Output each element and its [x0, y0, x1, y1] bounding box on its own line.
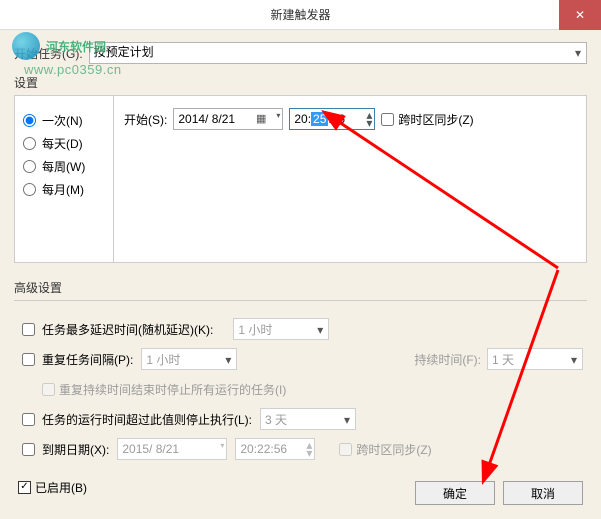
- cancel-label: 取消: [531, 485, 555, 502]
- tz-sync2-checkbox: 跨时区同步(Z): [339, 441, 431, 458]
- delay-checkbox-input[interactable]: [22, 323, 35, 336]
- start-date-field[interactable]: 2014/ 8/21 ▦ ▾: [173, 108, 283, 130]
- delay-value: 1 小时: [238, 321, 272, 338]
- radio-weekly-label: 每周(W): [42, 158, 85, 175]
- start-task-value: 按预定计划: [94, 45, 154, 59]
- dialog-content: 开始任务(G): 按预定计划 设置 一次(N) 每天(D) 每周(W) 每月(M…: [0, 30, 601, 519]
- radio-monthly[interactable]: 每月(M): [23, 181, 105, 198]
- expire-label: 到期日期(X):: [42, 441, 109, 458]
- button-bar: 确定 取消: [415, 481, 583, 505]
- repeat-checkbox[interactable]: 重复任务间隔(P):: [18, 350, 133, 369]
- duration-value: 1 天: [492, 351, 514, 368]
- radio-weekly[interactable]: 每周(W): [23, 158, 105, 175]
- radio-weekly-input[interactable]: [23, 160, 36, 173]
- close-icon: ✕: [575, 8, 585, 22]
- radio-once-input[interactable]: [23, 114, 36, 127]
- enabled-checkbox-input[interactable]: ✓: [18, 481, 31, 494]
- start-panel: 开始(S): 2014/ 8/21 ▦ ▾ 20:25:56 ▴▾ 跨时区同步(…: [114, 95, 587, 263]
- tz-sync2-label: 跨时区同步(Z): [356, 441, 431, 458]
- repeat-stop-input: [42, 383, 55, 396]
- repeat-select[interactable]: 1 小时: [141, 348, 237, 370]
- advanced-label: 高级设置: [14, 279, 587, 296]
- expire-checkbox-input[interactable]: [22, 443, 35, 456]
- start-task-select[interactable]: 按预定计划: [89, 42, 587, 64]
- timelimit-checkbox[interactable]: 任务的运行时间超过此值则停止执行(L):: [18, 410, 252, 429]
- start-label: 开始(S):: [124, 111, 167, 128]
- expire-time-value: 20:22:56: [240, 442, 287, 456]
- radio-monthly-label: 每月(M): [42, 181, 84, 198]
- advanced-panel: 任务最多延迟时间(随机延迟)(K): 1 小时 重复任务间隔(P): 1 小时 …: [14, 300, 587, 509]
- time-hour: 20: [294, 112, 307, 126]
- repeat-value: 1 小时: [146, 351, 180, 368]
- tz-sync-label: 跨时区同步(Z): [398, 111, 473, 128]
- start-task-label: 开始任务(G):: [14, 45, 83, 62]
- radio-daily-input[interactable]: [23, 137, 36, 150]
- expire-checkbox[interactable]: 到期日期(X):: [18, 440, 109, 459]
- close-button[interactable]: ✕: [559, 0, 601, 30]
- timelimit-label: 任务的运行时间超过此值则停止执行(L):: [42, 411, 252, 428]
- expire-date-spin-icon: ▾: [220, 442, 224, 449]
- tz-sync-checkbox[interactable]: 跨时区同步(Z): [381, 111, 473, 128]
- duration-select[interactable]: 1 天: [487, 348, 583, 370]
- start-date-value: 2014/ 8/21: [178, 112, 235, 126]
- expire-time-spinner: ▴▾: [306, 441, 312, 457]
- repeat-checkbox-input[interactable]: [22, 353, 35, 366]
- settings-label: 设置: [14, 74, 587, 91]
- radio-once[interactable]: 一次(N): [23, 112, 105, 129]
- expire-date-field[interactable]: 2015/ 8/21 ▾: [117, 438, 227, 460]
- repeat-stop-checkbox: 重复持续时间结束时停止所有运行的任务(I): [42, 381, 286, 398]
- radio-daily-label: 每天(D): [42, 135, 83, 152]
- radio-daily[interactable]: 每天(D): [23, 135, 105, 152]
- time-spinner[interactable]: ▴▾: [366, 111, 372, 127]
- time-minute-selected: 25: [311, 112, 328, 126]
- delay-checkbox[interactable]: 任务最多延迟时间(随机延迟)(K):: [18, 320, 213, 339]
- enabled-checkbox[interactable]: ✓ 已启用(B): [18, 479, 87, 496]
- time-second: 56: [332, 112, 345, 126]
- enabled-label: 已启用(B): [35, 479, 87, 496]
- timelimit-checkbox-input[interactable]: [22, 413, 35, 426]
- titlebar: 新建触发器 ✕: [0, 0, 601, 30]
- repeat-label: 重复任务间隔(P):: [42, 351, 133, 368]
- cancel-button[interactable]: 取消: [503, 481, 583, 505]
- ok-button[interactable]: 确定: [415, 481, 495, 505]
- date-spin-icon: ▾: [276, 112, 280, 119]
- calendar-icon: ▦: [256, 112, 266, 125]
- timelimit-select[interactable]: 3 天: [260, 408, 356, 430]
- radio-monthly-input[interactable]: [23, 183, 36, 196]
- frequency-radios: 一次(N) 每天(D) 每周(W) 每月(M): [14, 95, 114, 263]
- expire-time-field[interactable]: 20:22:56 ▴▾: [235, 438, 315, 460]
- delay-select[interactable]: 1 小时: [233, 318, 329, 340]
- delay-label: 任务最多延迟时间(随机延迟)(K):: [42, 321, 213, 338]
- tz-sync-input[interactable]: [381, 113, 394, 126]
- expire-date-value: 2015/ 8/21: [122, 442, 179, 456]
- timelimit-value: 3 天: [265, 411, 287, 428]
- duration-label: 持续时间(F):: [414, 351, 481, 368]
- tz-sync2-input: [339, 443, 352, 456]
- window-title: 新建触发器: [270, 6, 330, 23]
- repeat-stop-label: 重复持续时间结束时停止所有运行的任务(I): [59, 381, 286, 398]
- radio-once-label: 一次(N): [42, 112, 83, 129]
- spin-down-icon: ▾: [366, 119, 372, 127]
- start-time-field[interactable]: 20:25:56 ▴▾: [289, 108, 375, 130]
- ok-label: 确定: [443, 485, 467, 502]
